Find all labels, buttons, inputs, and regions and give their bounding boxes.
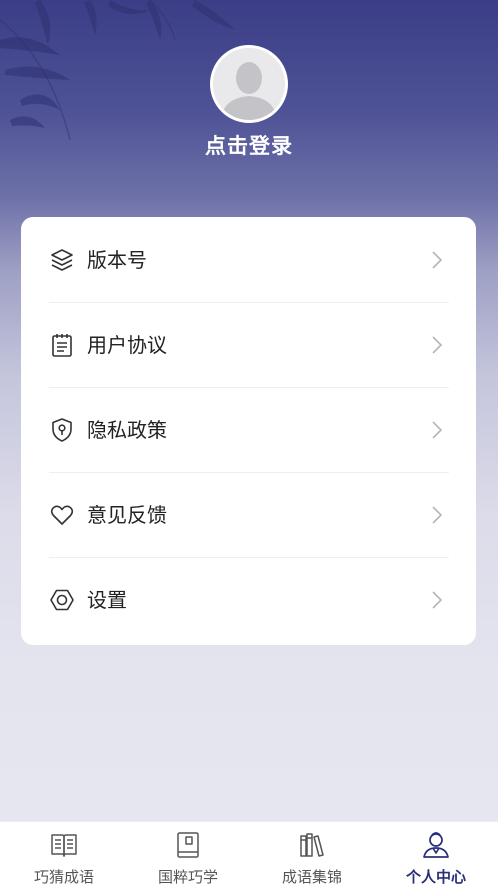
menu-item-version[interactable]: 版本号 <box>49 217 449 303</box>
chevron-right-icon <box>432 591 443 609</box>
tab-national-essence[interactable]: 国粹巧学 <box>126 822 250 893</box>
menu-item-settings[interactable]: 设置 <box>49 557 449 642</box>
bottom-tab-bar: 巧猜成语 国粹巧学 成语集锦 个人中心 <box>0 821 498 893</box>
tab-idiom-collection[interactable]: 成语集锦 <box>250 822 374 893</box>
closed-book-icon <box>173 830 203 860</box>
tab-label: 巧猜成语 <box>33 868 94 886</box>
tab-label: 国粹巧学 <box>157 868 218 886</box>
login-prompt[interactable]: 点击登录 <box>0 130 498 160</box>
chevron-right-icon <box>432 336 443 354</box>
heart-icon <box>49 502 75 528</box>
tab-personal-center[interactable]: 个人中心 <box>374 822 498 893</box>
menu-item-feedback[interactable]: 意见反馈 <box>49 472 449 558</box>
tab-label: 个人中心 <box>405 868 466 886</box>
chevron-right-icon <box>432 421 443 439</box>
hexagon-settings-icon <box>49 587 75 613</box>
menu-item-label: 意见反馈 <box>87 503 167 527</box>
layers-icon <box>49 247 75 273</box>
tab-guess-idiom[interactable]: 巧猜成语 <box>2 822 126 893</box>
menu-item-label: 设置 <box>87 588 127 612</box>
profile-header: 点击登录 <box>0 0 498 200</box>
menu-item-label: 隐私政策 <box>87 418 167 442</box>
menu-item-privacy-policy[interactable]: 隐私政策 <box>49 387 449 473</box>
default-user-avatar-icon <box>213 48 285 120</box>
menu-item-label: 用户协议 <box>87 333 167 357</box>
chevron-right-icon <box>432 251 443 269</box>
bookshelf-icon <box>297 830 327 860</box>
shield-keyhole-icon <box>49 417 75 443</box>
user-profile-icon <box>421 830 451 860</box>
chevron-right-icon <box>432 506 443 524</box>
tab-label: 成语集锦 <box>281 868 342 886</box>
menu-item-label: 版本号 <box>87 248 147 272</box>
notepad-icon <box>49 332 75 358</box>
menu-card: 版本号 用户协议 隐私政策 意见反馈 设置 <box>21 217 476 645</box>
open-book-icon <box>49 830 79 860</box>
avatar[interactable] <box>210 45 288 123</box>
menu-item-user-agreement[interactable]: 用户协议 <box>49 302 449 388</box>
